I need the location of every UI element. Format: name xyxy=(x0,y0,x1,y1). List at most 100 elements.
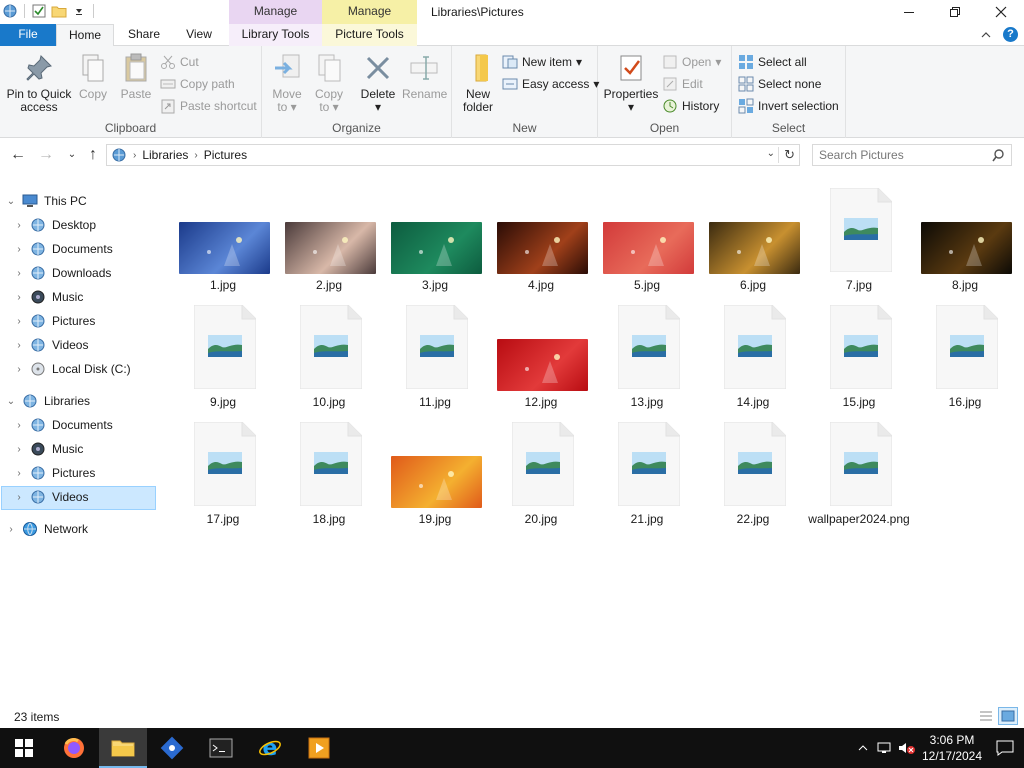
properties-button[interactable]: Properties ▾ xyxy=(602,52,660,114)
copy-button[interactable]: Copy xyxy=(74,52,112,101)
properties-icon[interactable] xyxy=(31,3,47,19)
file-item[interactable]: wallpaper2024.png xyxy=(806,420,912,537)
tab-library-tools[interactable]: Library Tools xyxy=(229,24,322,46)
restore-button[interactable] xyxy=(932,0,978,24)
file-item[interactable]: 18.jpg xyxy=(276,420,382,537)
edit-button[interactable]: Edit xyxy=(662,74,703,94)
file-item[interactable]: 6.jpg xyxy=(700,186,806,303)
file-item[interactable]: 19.jpg xyxy=(382,420,488,537)
invert-selection-button[interactable]: Invert selection xyxy=(738,96,839,116)
copy-to-button[interactable]: Copy to ▾ xyxy=(310,52,348,114)
tab-home[interactable]: Home xyxy=(56,24,114,47)
file-item[interactable]: 4.jpg xyxy=(488,186,594,303)
tab-file[interactable]: File xyxy=(0,24,56,46)
start-button[interactable] xyxy=(0,728,48,768)
file-item[interactable]: 8.jpg xyxy=(912,186,1018,303)
file-item[interactable]: 17.jpg xyxy=(170,420,276,537)
select-none-button[interactable]: Select none xyxy=(738,74,821,94)
cut-button[interactable]: Cut xyxy=(160,52,199,72)
close-button[interactable] xyxy=(978,0,1024,24)
details-view-icon[interactable] xyxy=(976,707,996,725)
file-item[interactable]: 1.jpg xyxy=(170,186,276,303)
tab-view[interactable]: View xyxy=(174,24,224,46)
large-icons-view-icon[interactable] xyxy=(998,707,1018,725)
file-item[interactable]: 9.jpg xyxy=(170,303,276,420)
nav-pc-music[interactable]: › Music xyxy=(14,286,83,308)
expand-chevron-icon[interactable]: ⌄ xyxy=(6,196,16,207)
file-item[interactable]: 21.jpg xyxy=(594,420,700,537)
customize-toolbar-icon[interactable] xyxy=(71,3,87,19)
file-item[interactable]: 20.jpg xyxy=(488,420,594,537)
expand-chevron-icon[interactable]: › xyxy=(14,268,24,279)
expand-chevron-icon[interactable]: › xyxy=(14,468,24,479)
volume-muted-icon[interactable] xyxy=(896,741,918,755)
expand-chevron-icon[interactable]: › xyxy=(14,340,24,351)
expand-chevron-icon[interactable]: › xyxy=(14,444,24,455)
select-all-button[interactable]: Select all xyxy=(738,52,807,72)
action-center-icon[interactable] xyxy=(986,740,1024,756)
paste-shortcut-button[interactable]: Paste shortcut xyxy=(160,96,257,116)
file-item[interactable]: 12.jpg xyxy=(488,303,594,420)
nav-pc-documents[interactable]: › Documents xyxy=(14,238,112,260)
file-item[interactable]: 2.jpg xyxy=(276,186,382,303)
help-icon[interactable]: ? xyxy=(1003,27,1018,42)
rename-button[interactable]: Rename xyxy=(402,52,447,101)
expand-chevron-icon[interactable]: › xyxy=(14,220,24,231)
expand-chevron-icon[interactable]: ⌄ xyxy=(6,396,16,407)
nav-lib-pictures[interactable]: › Pictures xyxy=(14,462,95,484)
nav-lib-music[interactable]: › Music xyxy=(14,438,83,460)
delete-button[interactable]: Delete ▾ xyxy=(358,52,398,114)
expand-chevron-icon[interactable]: › xyxy=(14,492,24,503)
file-item[interactable]: 22.jpg xyxy=(700,420,806,537)
network-status-icon[interactable] xyxy=(874,741,896,755)
refresh-icon[interactable]: ↻ xyxy=(784,147,795,163)
expand-chevron-icon[interactable]: › xyxy=(14,420,24,431)
nav-pc-downloads[interactable]: › Downloads xyxy=(14,262,111,284)
new-item-button[interactable]: New item ▾ xyxy=(502,52,582,72)
open-button[interactable]: Open ▾ xyxy=(662,52,721,72)
nav-lib-videos[interactable]: › Videos xyxy=(14,486,88,508)
taskbar-clock[interactable]: 3:06 PM 12/17/2024 xyxy=(918,732,986,764)
tab-picture-tools[interactable]: Picture Tools xyxy=(322,24,417,46)
expand-chevron-icon[interactable]: › xyxy=(14,364,24,375)
media-player-taskbar-button[interactable] xyxy=(295,728,343,768)
file-item[interactable]: 3.jpg xyxy=(382,186,488,303)
file-item[interactable]: 5.jpg xyxy=(594,186,700,303)
file-item[interactable]: 10.jpg xyxy=(276,303,382,420)
copy-path-button[interactable]: Copy path xyxy=(160,74,235,94)
paste-button[interactable]: Paste xyxy=(116,52,156,101)
nav-pc-desktop[interactable]: › Desktop xyxy=(14,214,96,236)
forward-button[interactable]: → xyxy=(36,146,56,164)
search-input[interactable]: Search Pictures xyxy=(812,144,1012,166)
expand-chevron-icon[interactable]: › xyxy=(14,292,24,303)
tab-share[interactable]: Share xyxy=(118,24,170,46)
expand-chevron-icon[interactable]: › xyxy=(6,524,16,535)
file-item[interactable]: 15.jpg xyxy=(806,303,912,420)
minimize-button[interactable] xyxy=(886,0,932,24)
new-folder-icon[interactable] xyxy=(51,3,67,19)
expand-chevron-icon[interactable]: › xyxy=(14,316,24,327)
back-button[interactable]: ← xyxy=(8,146,28,164)
address-bar[interactable]: › Libraries › Pictures ⌄ ↻ xyxy=(106,144,800,166)
folder-globe-icon[interactable] xyxy=(2,3,18,19)
terminal-taskbar-button[interactable] xyxy=(197,728,245,768)
firefox-taskbar-button[interactable] xyxy=(50,728,98,768)
file-item[interactable]: 14.jpg xyxy=(700,303,806,420)
file-item[interactable]: 13.jpg xyxy=(594,303,700,420)
ie-taskbar-button[interactable]: e xyxy=(246,728,294,768)
notification-chevron-icon[interactable] xyxy=(852,744,874,752)
new-folder-button[interactable]: New folder xyxy=(458,52,498,114)
nav-this-pc[interactable]: ⌄ This PC xyxy=(6,190,87,212)
move-to-button[interactable]: Move to ▾ xyxy=(268,52,306,114)
address-dropdown-icon[interactable]: ⌄ xyxy=(767,148,775,159)
nav-pc-videos[interactable]: › Videos xyxy=(14,334,88,356)
nav-libraries[interactable]: ⌄ Libraries xyxy=(6,390,90,412)
file-item[interactable]: 16.jpg xyxy=(912,303,1018,420)
collapse-ribbon-icon[interactable] xyxy=(981,28,991,42)
nav-lib-documents[interactable]: › Documents xyxy=(14,414,112,436)
file-item[interactable]: 7.jpg xyxy=(806,186,912,303)
nav-network[interactable]: › Network xyxy=(6,518,88,540)
file-explorer-taskbar-button[interactable] xyxy=(99,728,147,768)
up-button[interactable]: ↑ xyxy=(83,146,103,164)
nav-pc-local-disk-c[interactable]: › Local Disk (C:) xyxy=(14,358,130,380)
